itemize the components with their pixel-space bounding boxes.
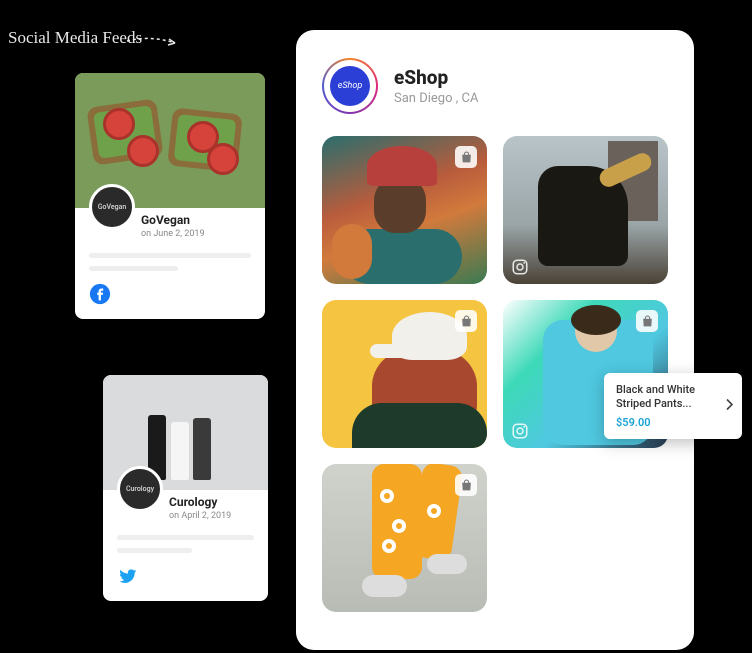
feed-date: on June 2, 2019 <box>141 229 251 239</box>
feed-author: Curology <box>169 495 254 509</box>
feed-card-govegan[interactable]: GoVegan GoVegan on June 2, 2019 <box>75 73 265 319</box>
profile-avatar: eShop <box>330 66 370 106</box>
section-label: Social Media Feeds <box>8 28 142 48</box>
post-tile[interactable] <box>322 300 487 448</box>
avatar: Curology <box>117 466 163 512</box>
facebook-icon <box>89 283 111 305</box>
placeholder-line <box>117 535 254 540</box>
post-tile[interactable] <box>322 464 487 612</box>
placeholder-line <box>89 253 251 258</box>
feed-card-curology[interactable]: Curology Curology on April 2, 2019 <box>103 375 268 601</box>
arrow-icon <box>125 33 185 53</box>
chevron-right-icon <box>724 398 734 413</box>
shopping-bag-icon <box>455 146 477 168</box>
profile-header: eShop eShop San Diego , CA <box>322 58 668 114</box>
instagram-icon <box>511 422 529 440</box>
product-price: $59.00 <box>616 416 714 429</box>
placeholder-line <box>117 548 192 553</box>
profile-avatar-ring[interactable]: eShop <box>322 58 378 114</box>
placeholder-line <box>89 266 178 271</box>
feed-date: on April 2, 2019 <box>169 511 254 521</box>
shopping-bag-icon <box>636 310 658 332</box>
twitter-icon <box>117 565 139 587</box>
avatar: GoVegan <box>89 184 135 230</box>
profile-panel: eShop eShop San Diego , CA <box>296 30 694 650</box>
profile-name: eShop <box>394 66 478 89</box>
feed-author: GoVegan <box>141 213 251 227</box>
instagram-icon <box>511 258 529 276</box>
product-popup[interactable]: Black and White Striped Pants... $59.00 <box>604 373 742 439</box>
product-title: Black and White Striped Pants... <box>616 383 714 412</box>
post-tile[interactable] <box>503 136 668 284</box>
post-tile[interactable] <box>322 136 487 284</box>
profile-location: San Diego , CA <box>394 91 478 106</box>
shopping-bag-icon <box>455 310 477 332</box>
shopping-bag-icon <box>455 474 477 496</box>
